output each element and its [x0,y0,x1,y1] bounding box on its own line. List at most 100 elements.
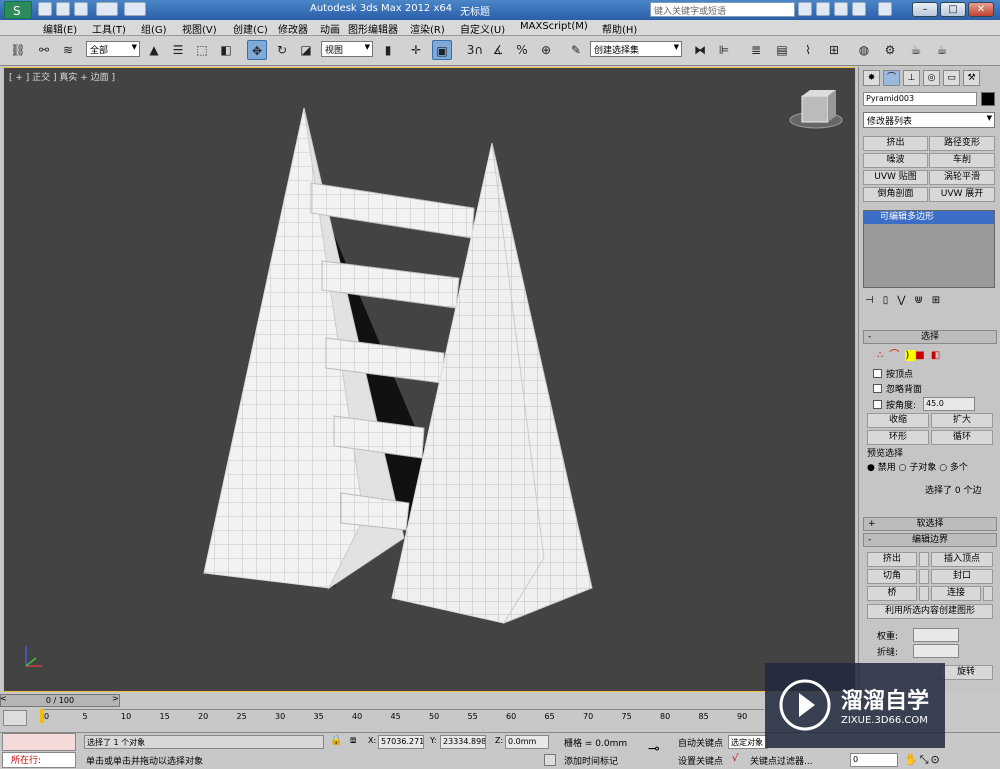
menu-customize[interactable]: 自定义(U) [460,21,505,36]
modifier-extrude-button[interactable]: 挤出 [863,136,928,151]
selection-rollout-header[interactable]: - 选择 [863,330,997,344]
menu-modifiers[interactable]: 修改器 [278,21,308,36]
modifier-path-deform-button[interactable]: 路径变形 [929,136,995,151]
binoculars-icon[interactable] [798,2,812,16]
by-vertex-row[interactable]: 按顶点 [873,367,913,380]
stack-tools-row[interactable]: ⊣▯⋁⋓⊞ [865,295,995,309]
current-frame-field[interactable]: 0 [850,753,898,767]
menu-graph-editors[interactable]: 图形编辑器 [348,21,398,36]
help-icon[interactable] [878,2,892,16]
object-color-swatch[interactable] [981,92,995,106]
selection-lock-icon[interactable]: 🔒 [330,735,342,746]
undo-icon[interactable] [96,2,118,16]
close-button[interactable]: ✕ [968,2,994,17]
align-icon[interactable]: ⊫ [714,40,734,60]
set-key-button[interactable]: 设置关键点 [678,754,723,767]
menu-group[interactable]: 组(G) [141,21,167,36]
ignore-backface-row[interactable]: 忽略背面 [873,382,922,395]
percent-snap-icon[interactable]: % [512,40,532,60]
motion-tab-icon[interactable]: ◎ [923,70,940,86]
menu-edit[interactable]: 编辑(E) [43,21,77,36]
named-selection-dropdown[interactable]: 创建选择集 [590,41,682,57]
viewport[interactable]: [ + ] 正交 ] 真实 + 边面 ] [3,67,856,692]
select-scale-icon[interactable]: ◪ [296,40,316,60]
modifier-bevel-profile-button[interactable]: 倒角剖面 [863,187,928,202]
render-production-icon[interactable]: ☕ [932,40,952,60]
maximize-button[interactable]: □ [940,2,966,17]
mirror-icon[interactable]: ⧓ [690,40,710,60]
object-name-field[interactable]: Pyramid003 [863,92,977,106]
prev-frame-icon[interactable]: < [0,694,8,707]
loop-button[interactable]: 循环 [931,430,993,445]
select-object-icon[interactable]: ▲ [144,40,164,60]
set-key-icon[interactable]: ⊸ [648,741,660,757]
angle-snap-icon[interactable]: ∡ [488,40,508,60]
select-manipulate-icon[interactable]: ✛ [406,40,426,60]
menu-rendering[interactable]: 渲染(R) [410,21,445,36]
subscription-icon[interactable] [834,2,848,16]
auto-key-mode-dropdown[interactable]: 选定对象 [728,735,768,749]
viewport-nav-icons[interactable]: ✋⤡⊙ [904,753,942,767]
pivot-center-icon[interactable]: ▮ [378,40,398,60]
shrink-button[interactable]: 收缩 [867,413,929,428]
app-logo-icon[interactable]: S [4,1,32,19]
menu-create[interactable]: 创建(C) [233,21,268,36]
menu-tools[interactable]: 工具(T) [92,21,126,36]
connect-button[interactable]: 连接 [931,586,981,601]
redo-icon[interactable] [124,2,146,16]
curve-editor-icon[interactable]: ⌇ [798,40,818,60]
cap-button[interactable]: 封口 [931,569,993,584]
bridge-settings-button[interactable] [919,586,929,601]
graphite-tools-icon[interactable]: ▤ [772,40,792,60]
schematic-view-icon[interactable]: ⊞ [824,40,844,60]
selection-filter-dropdown[interactable]: 全部 [86,41,140,57]
menu-views[interactable]: 视图(V) [182,21,217,36]
y-coord-field[interactable]: 23334.898 [440,735,486,749]
rotate-button[interactable]: 旋转 [939,665,993,680]
extrude-settings-button[interactable] [919,552,929,567]
layer-manager-icon[interactable]: ≣ [746,40,766,60]
create-shape-button[interactable]: 利用所选内容创建图形 [867,604,993,619]
z-coord-field[interactable]: 0.0mm [505,735,549,749]
chamfer-settings-button[interactable] [919,569,929,584]
time-tag-icon[interactable] [544,754,556,766]
grow-button[interactable]: 扩大 [931,413,993,428]
material-editor-icon[interactable]: ◍ [854,40,874,60]
key-filters-button[interactable]: 关键点过滤器... [750,754,813,767]
utilities-tab-icon[interactable]: ⚒ [963,70,980,86]
hierarchy-tab-icon[interactable]: ⊥ [903,70,920,86]
select-move-icon[interactable]: ✥ [247,40,267,60]
soft-selection-rollout-header[interactable]: + 软选择 [863,517,997,531]
menu-help[interactable]: 帮助(H) [602,21,637,36]
stack-item-editable-poly[interactable]: 可编辑多边形 [864,211,994,224]
menu-maxscript[interactable]: MAXScript(M) [520,21,588,32]
auto-key-button[interactable]: 自动关键点 [678,736,723,749]
modifier-stack[interactable]: 可编辑多边形 [863,210,995,288]
subobject-icons[interactable]: ∴⌒)■◧ [877,346,946,361]
maxscript-listener[interactable] [2,733,76,751]
crease-field[interactable] [913,644,959,658]
chamfer-button[interactable]: 切角 [867,569,917,584]
x-coord-field[interactable]: 57036.271 [378,735,424,749]
save-file-icon[interactable] [74,2,88,16]
rendered-frame-icon[interactable]: ☕ [906,40,926,60]
key-mode-icon[interactable]: √ [732,753,738,764]
ref-coord-dropdown[interactable]: 视图 [321,41,373,57]
preview-selection-options[interactable]: ● 禁用 ○ 子对象 ○ 多个 [867,460,968,473]
tools-icon[interactable] [816,2,830,16]
search-input[interactable]: 键入关键字或短语 [650,2,795,17]
modifier-list-dropdown[interactable]: 修改器列表 [863,112,995,128]
track-bar-toggle-icon[interactable] [3,710,27,726]
edit-named-sets-icon[interactable]: ✎ [566,40,586,60]
bridge-button[interactable]: 桥 [867,586,917,601]
display-tab-icon[interactable]: ▭ [943,70,960,86]
select-by-name-icon[interactable]: ☰ [168,40,188,60]
minimize-button[interactable]: – [912,2,938,17]
modifier-turbosmooth-button[interactable]: 涡轮平滑 [929,170,995,185]
bind-space-warp-icon[interactable]: ≋ [58,40,78,60]
by-angle-row[interactable]: 按角度: [873,398,916,411]
window-crossing-icon[interactable]: ◧ [216,40,236,60]
add-time-tag[interactable]: 添加时间标记 [564,754,618,767]
open-file-icon[interactable] [56,2,70,16]
modifier-lathe-button[interactable]: 车削 [929,153,995,168]
